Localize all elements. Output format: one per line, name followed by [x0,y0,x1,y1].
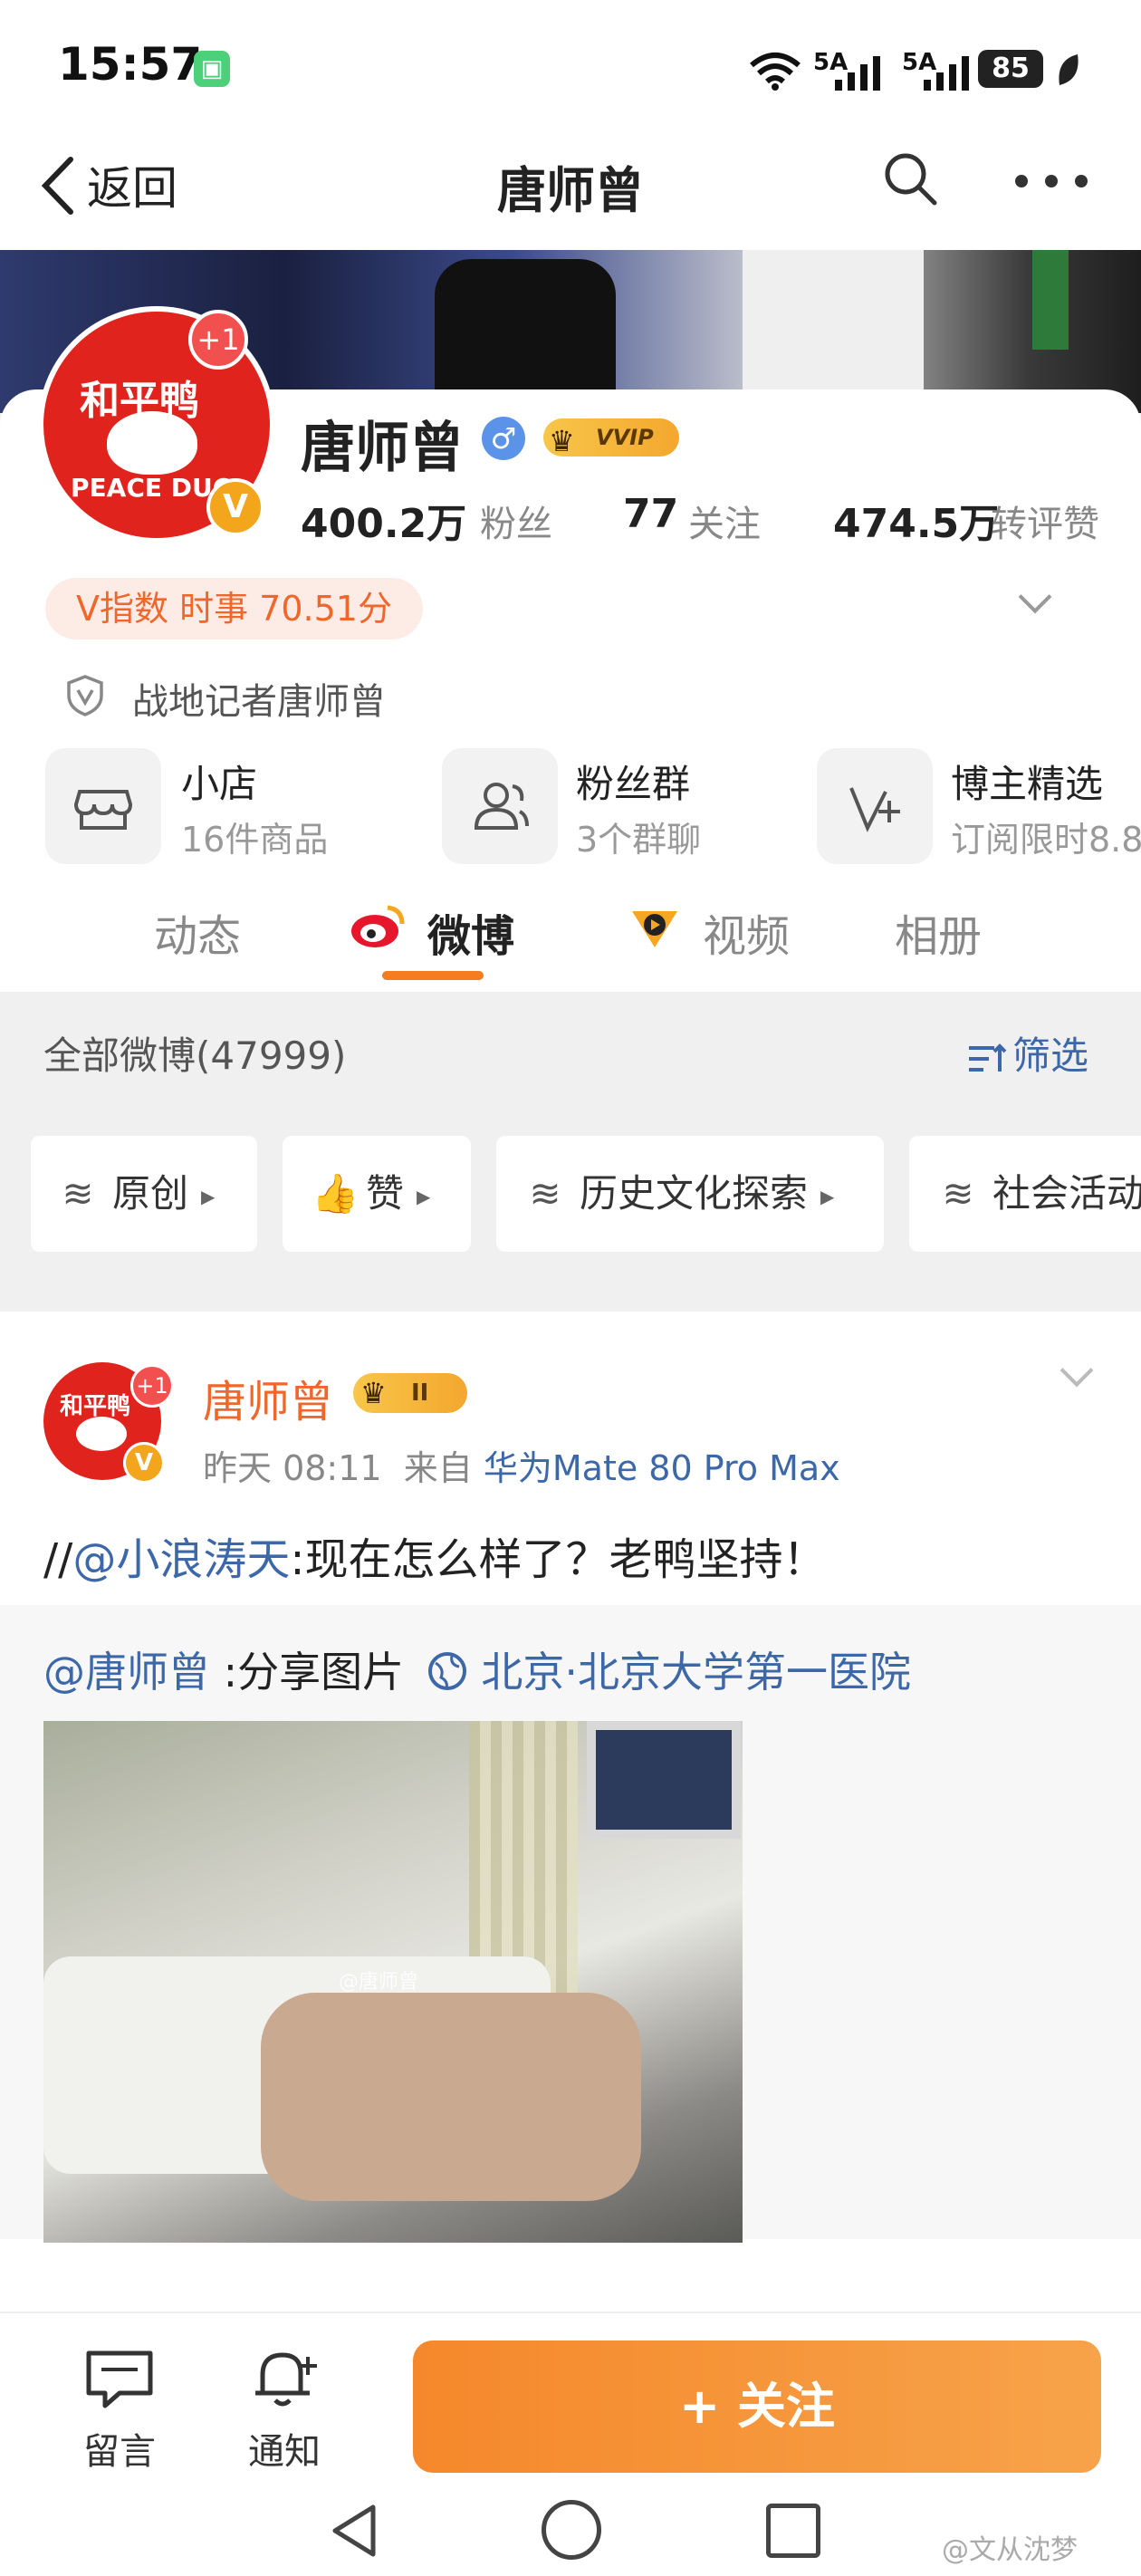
post-author[interactable]: 唐师曾 [203,1366,333,1429]
chip-history-culture[interactable]: ≋ 历史文化探索 ▶ [496,1136,884,1252]
chip-label: 原创 [112,1171,189,1216]
post-vip-badge[interactable]: ♛ II [353,1373,467,1413]
tab-dynamic[interactable]: 动态 [154,900,241,964]
chip-original[interactable]: ≋ 原创 ▶ [31,1136,257,1252]
post-from-label: 来自 [403,1448,473,1488]
leaf-icon [1059,54,1079,85]
layers-icon: ≋ [942,1171,974,1216]
post-text: //@小浪涛天:现在怎么样了？老鸭坚持！ [43,1523,827,1587]
filter-button[interactable]: 筛选 [967,1025,1088,1081]
vvip-badge[interactable]: ♛ VVIP [543,418,679,458]
profile-name: 唐师曾 [301,417,464,480]
followers-label[interactable]: 粉丝 [480,495,552,547]
wifi-icon [750,53,801,91]
clock: 15:57 [58,38,203,91]
chip-label: 历史文化探索 [580,1171,809,1216]
active-tab-indicator [382,971,484,980]
system-recents-icon[interactable] [766,2504,820,2558]
weibo-logo-icon [351,905,405,947]
triangle-right-icon: ▶ [820,1185,835,1207]
following-label[interactable]: 关注 [688,495,761,547]
tool-title-fans[interactable]: 粉丝群 [576,754,690,809]
post-avatar-text: 和平鸭 [60,1393,131,1420]
post-meta: 昨天 08:11 来自 华为Mate 80 Pro Max [203,1440,840,1490]
video-logo-icon [632,911,677,947]
crown-icon: ♛ [360,1376,387,1410]
layers-icon: ≋ [62,1171,94,1216]
chip-like[interactable]: 👍 赞 ▶ [283,1136,471,1252]
battery-level: 85 [978,50,1043,88]
repost-location[interactable]: 北京·北京大学第一医院 [481,1648,911,1697]
crown-icon: ♛ [549,424,575,458]
featured-tile[interactable] [817,748,933,864]
verified-badge: V [206,478,264,536]
repost-body: :分享图片 [210,1648,405,1697]
follow-button[interactable]: + 关注 [413,2341,1101,2473]
fan-group-tile[interactable] [442,748,558,864]
duck-logo [107,411,197,475]
triangle-right-icon: ▶ [417,1185,431,1207]
tab-video[interactable]: 视频 [703,900,790,964]
shield-v-icon [67,675,103,716]
followers-count[interactable]: 400.2万 [301,491,466,549]
chip-label: 社会活动 [992,1171,1141,1216]
comment-icon[interactable] [83,2348,156,2411]
interactions-label[interactable]: 转评赞 [991,495,1099,547]
tool-title-shop[interactable]: 小店 [181,754,257,809]
post-time: 昨天 08:11 [203,1448,382,1488]
vip-level: II [411,1379,429,1407]
search-icon[interactable] [882,150,940,208]
tool-sub-fans[interactable]: 3个群聊 [576,812,701,861]
thumbs-up-icon: 👍 [312,1171,360,1216]
post-photo[interactable]: @唐师曾 [43,1721,743,2243]
post-body: :现在怎么样了？老鸭坚持！ [290,1534,827,1585]
more-icon[interactable] [1012,172,1090,190]
post-text-prefix: // [43,1534,73,1585]
vip-label: VVIP [596,425,654,450]
system-home-icon[interactable] [542,2500,601,2560]
certification-text: 战地记者唐师曾 [132,681,386,723]
tab-weibo[interactable]: 微博 [427,900,514,964]
filter-label: 筛选 [1012,1033,1089,1078]
triangle-right-icon: ▶ [201,1185,216,1207]
chip-label: 赞 [366,1171,405,1216]
page-title: 唐师曾 [497,162,644,219]
shop-icon [73,790,133,830]
comment-label[interactable]: 留言 [83,2422,156,2475]
post-device[interactable]: 华为Mate 80 Pro Max [484,1448,840,1488]
following-count[interactable]: 77 [623,491,678,537]
signal-bars-icon-2 [924,56,969,91]
post-verified-badge: V [123,1442,165,1484]
notify-label[interactable]: 通知 [248,2422,321,2475]
signal-bars-icon [835,56,880,91]
tab-album[interactable]: 相册 [895,900,982,964]
system-back-icon[interactable] [328,2502,382,2560]
shop-tile[interactable] [45,748,161,864]
tool-sub-featured[interactable]: 订阅限时8.8 [951,812,1141,861]
star-edit-icon [849,787,900,832]
interactions-count[interactable]: 474.5万 [833,491,999,549]
tool-sub-shop[interactable]: 16件商品 [181,812,328,861]
group-icon [474,783,529,830]
watermark: @文从沈梦 [942,2534,1078,2566]
photo-watermark: @唐师曾 [339,1971,419,1994]
tool-title-featured[interactable]: 博主精选 [951,754,1103,809]
bell-plus-icon[interactable] [248,2348,321,2411]
all-posts-count: 全部微博(47999) [43,1033,347,1078]
repost-mention[interactable]: @唐师曾 [43,1648,210,1697]
app-notification-icon: ▣ [194,51,230,87]
avatar-plus-badge: +1 [188,310,248,370]
v-index-badge[interactable]: V指数 时事 70.51分 [45,578,423,639]
filter-icon [969,1043,1007,1072]
post-mention[interactable]: @小浪涛天 [72,1534,290,1585]
layers-icon: ≋ [529,1171,561,1216]
location-globe-icon [427,1652,466,1690]
repost-text: @唐师曾 :分享图片 北京·北京大学第一医院 [43,1639,911,1699]
male-icon: ♂ [482,417,525,460]
chip-social-activity[interactable]: ≋ 社会活动 [909,1136,1141,1252]
post-avatar-plus-badge: +1 [130,1364,174,1408]
